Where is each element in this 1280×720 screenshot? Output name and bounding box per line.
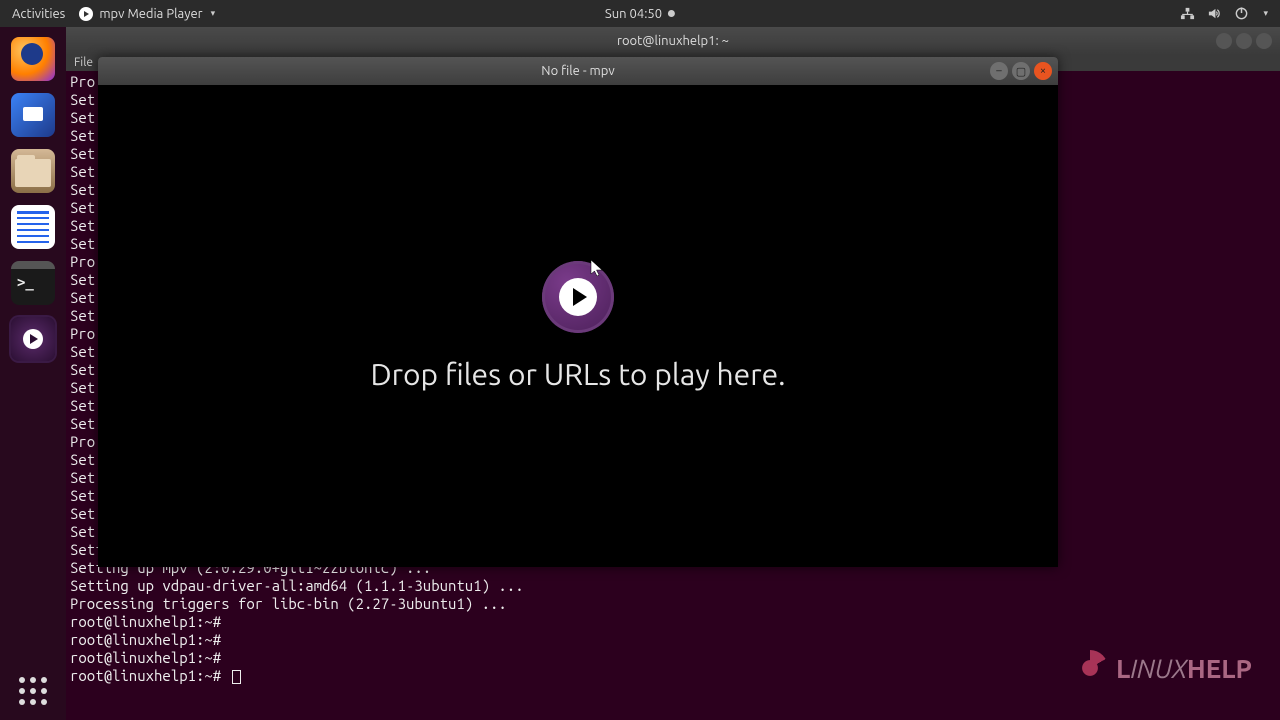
app-menu-label: mpv Media Player — [99, 7, 202, 21]
network-icon — [1180, 6, 1195, 21]
power-icon — [1234, 6, 1249, 21]
play-icon — [23, 329, 43, 349]
mpv-minimize-button[interactable]: – — [990, 62, 1008, 80]
terminal-prompt: root@linuxhelp1:~# — [70, 631, 1276, 649]
ubuntu-dock — [0, 27, 66, 720]
terminal-prompt: root@linuxhelp1:~# — [70, 613, 1276, 631]
mpv-close-button[interactable]: × — [1034, 62, 1052, 80]
terminal-line: Setting up vdpau-driver-all:amd64 (1.1.1… — [70, 577, 1276, 595]
mpv-titlebar[interactable]: No file - mpv – ▢ × — [98, 57, 1058, 85]
clock-label: Sun 04:50 — [605, 7, 662, 21]
mouse-cursor-icon — [590, 260, 604, 282]
firefox-launcher[interactable] — [11, 37, 55, 81]
terminal-launcher[interactable] — [11, 261, 55, 305]
terminal-maximize-button[interactable] — [1236, 33, 1252, 49]
show-applications-button[interactable] — [18, 676, 48, 706]
terminal-line: Processing triggers for libc-bin (2.27-3… — [70, 595, 1276, 613]
gnome-top-bar: Activities mpv Media Player ▾ Sun 04:50 … — [0, 0, 1280, 27]
terminal-titlebar[interactable]: root@linuxhelp1: ~ — [66, 27, 1280, 55]
mpv-window: No file - mpv – ▢ × Drop files or URLs t… — [98, 57, 1058, 567]
mpv-maximize-button[interactable]: ▢ — [1012, 62, 1030, 80]
terminal-close-button[interactable] — [1256, 33, 1272, 49]
mpv-window-controls: – ▢ × — [990, 62, 1052, 80]
system-status-area[interactable]: ▾ — [1180, 6, 1280, 21]
play-icon — [559, 278, 597, 316]
files-launcher[interactable] — [11, 149, 55, 193]
mpv-drop-area[interactable]: Drop files or URLs to play here. — [98, 85, 1058, 567]
recording-indicator-icon — [668, 10, 675, 17]
app-menu[interactable]: mpv Media Player ▾ — [79, 7, 215, 21]
terminal-title: root@linuxhelp1: ~ — [617, 34, 729, 48]
clock[interactable]: Sun 04:50 — [605, 7, 675, 21]
mpv-window-title: No file - mpv — [541, 64, 614, 78]
activities-button[interactable]: Activities — [12, 7, 65, 21]
terminal-minimize-button[interactable] — [1216, 33, 1232, 49]
mpv-drop-text: Drop files or URLs to play here. — [370, 357, 785, 391]
terminal-window-controls — [1216, 33, 1272, 49]
chevron-down-icon: ▾ — [211, 8, 216, 19]
mpv-launcher[interactable] — [11, 317, 55, 361]
linuxhelp-watermark: LINUXHELP — [1072, 650, 1252, 686]
mpv-icon — [79, 7, 93, 21]
linuxhelp-logo-icon — [1072, 650, 1108, 686]
libreoffice-writer-launcher[interactable] — [11, 205, 55, 249]
thunderbird-launcher[interactable] — [11, 93, 55, 137]
chevron-down-icon: ▾ — [1263, 8, 1268, 19]
volume-icon — [1207, 6, 1222, 21]
terminal-cursor — [232, 670, 241, 684]
